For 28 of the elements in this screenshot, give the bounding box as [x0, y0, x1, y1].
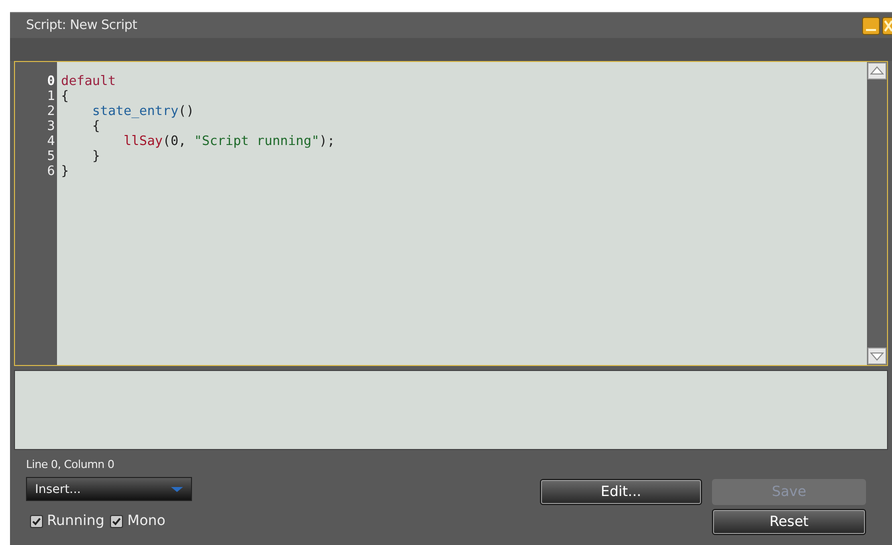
reset-button[interactable]: Reset	[712, 509, 866, 535]
line-number: 6	[46, 164, 56, 179]
code-line: state_entry()	[91, 104, 194, 119]
scroll-up-icon[interactable]	[867, 62, 887, 80]
line-number: 0	[46, 74, 56, 89]
code-line: }	[61, 164, 69, 179]
checkbox[interactable]	[110, 514, 124, 528]
checkbox[interactable]	[30, 514, 43, 528]
scroll-down-icon[interactable]	[867, 347, 887, 365]
minimize-icon[interactable]	[862, 16, 880, 34]
line-number: 3	[46, 119, 56, 134]
line-number: 1	[46, 89, 56, 104]
cursor-position: Line 0, Column 0	[26, 458, 116, 471]
code-line: {	[61, 89, 69, 104]
checkbox-label: Running	[47, 513, 104, 529]
insert-dropdown[interactable]: Insert...	[26, 477, 192, 501]
code-line: }	[91, 149, 100, 164]
line-number: 5	[46, 149, 56, 164]
close-icon[interactable]	[882, 16, 892, 34]
window-title: Script: New Script	[26, 18, 138, 33]
code-line: llSay(0, "Script running");	[122, 134, 335, 149]
checkbox-label: Mono	[127, 513, 166, 529]
dropdown-arrow-icon	[171, 486, 183, 492]
code-line: {	[91, 119, 100, 134]
edit-button[interactable]: Edit...	[540, 479, 702, 505]
code-line: default	[61, 74, 116, 89]
line-number: 2	[46, 104, 56, 119]
line-number: 4	[46, 134, 56, 149]
